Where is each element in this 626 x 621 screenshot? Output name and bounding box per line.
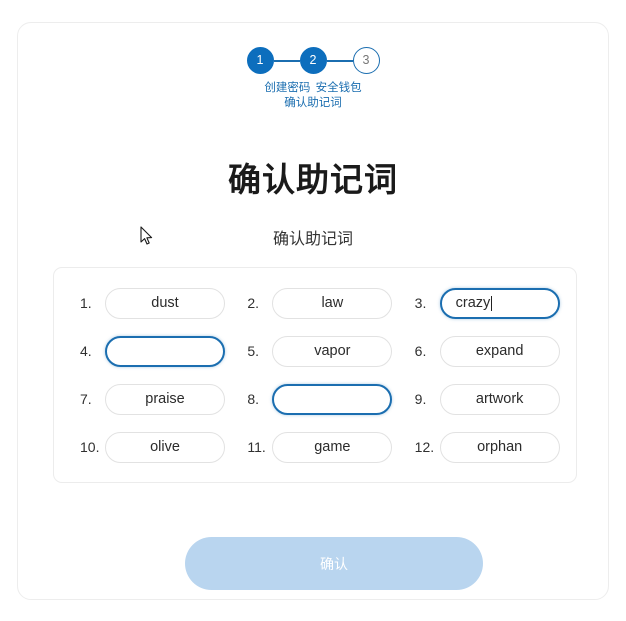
mnemonic-word-value: game	[314, 439, 351, 455]
mnemonic-word-input[interactable]: orphan	[439, 431, 560, 463]
stepper: 1 2 3 创建密码 安全钱包 确认助记词	[18, 47, 608, 111]
step-label-3: 确认助记词	[284, 97, 342, 109]
mnemonic-cell: 3. crazy	[399, 282, 566, 324]
text-caret	[491, 295, 493, 311]
mnemonic-cell: 5. vapor	[231, 330, 398, 372]
mnemonic-cell: 10. olive	[64, 426, 231, 468]
step-number-1: 1	[256, 53, 264, 68]
mnemonic-word-input[interactable]: dust	[105, 287, 225, 319]
mnemonic-grid: 1. dust 2. law 3. crazy 4. 5. vapor 6. expand 7. pra…	[64, 282, 566, 468]
mnemonic-word-input[interactable]: olive	[105, 431, 225, 463]
mnemonic-index: 4.	[80, 343, 92, 359]
mnemonic-index: 5.	[247, 343, 260, 359]
mnemonic-word-input[interactable]: vapor	[272, 335, 393, 367]
mnemonic-index: 6.	[414, 343, 427, 359]
stepper-labels-inner: 创建密码 安全钱包 确认助记词	[237, 81, 389, 111]
stepper-labels: 创建密码 安全钱包 确认助记词	[18, 81, 608, 111]
page-title: 确认助记词	[228, 161, 398, 198]
mnemonic-word-value: law	[321, 295, 344, 311]
mnemonic-word-input[interactable]	[272, 383, 393, 415]
mnemonic-word-input[interactable]: game	[272, 431, 393, 463]
mnemonic-cell: 1. dust	[64, 282, 231, 324]
mnemonic-word-input[interactable]: artwork	[439, 383, 560, 415]
mnemonic-cell: 4.	[64, 330, 231, 372]
mnemonic-cell: 8.	[231, 378, 398, 420]
step-circle-3[interactable]: 3	[352, 47, 380, 74]
step-circle-2[interactable]: 2	[299, 47, 327, 74]
mnemonic-index: 10.	[80, 439, 100, 455]
mnemonic-word-value: dust	[151, 295, 179, 311]
step-circle-1[interactable]: 1	[246, 47, 274, 74]
mnemonic-word-value: expand	[475, 343, 524, 359]
mnemonic-word-value: praise	[145, 391, 185, 407]
mnemonic-cell: 6. expand	[399, 330, 566, 372]
mnemonic-index: 3.	[414, 295, 427, 311]
mnemonic-word-value: vapor	[314, 343, 351, 359]
mnemonic-cell: 7. praise	[64, 378, 231, 420]
mnemonic-word-value: artwork	[475, 391, 524, 407]
mnemonic-index: 7.	[80, 391, 92, 407]
step-connector-2	[326, 59, 353, 62]
step-label-2: 安全钱包	[315, 82, 362, 94]
mnemonic-index: 2.	[247, 295, 260, 311]
mnemonic-index: 11.	[247, 439, 266, 455]
stepper-rail: 1 2 3	[18, 47, 608, 74]
page-subtitle: 确认助记词	[272, 231, 353, 248]
mnemonic-word-value: crazy	[455, 295, 491, 311]
mnemonic-cell: 2. law	[231, 282, 398, 324]
mnemonic-cell: 9. artwork	[399, 378, 566, 420]
step-label-1: 创建密码	[264, 82, 311, 94]
onboarding-card: 1 2 3 创建密码 安全钱包 确认助记词 确认助记词 确认助记词 1. dust…	[17, 22, 609, 600]
mnemonic-grid-card: 1. dust 2. law 3. crazy 4. 5. vapor 6. expand 7. pra…	[53, 267, 577, 483]
step-number-3: 3	[362, 53, 370, 68]
mnemonic-index: 12.	[414, 439, 435, 455]
mnemonic-word-input[interactable]: law	[272, 287, 393, 319]
mnemonic-word-input[interactable]: praise	[105, 383, 225, 415]
mnemonic-index: 8.	[247, 391, 260, 407]
mnemonic-word-input[interactable]: expand	[439, 335, 560, 367]
mnemonic-word-input[interactable]	[105, 335, 225, 367]
step-connector-1	[273, 59, 300, 62]
mnemonic-cell: 11. game	[231, 426, 398, 468]
confirm-button[interactable]: 确认	[185, 537, 483, 590]
mnemonic-index: 9.	[414, 391, 427, 407]
mnemonic-word-value: olive	[150, 439, 180, 455]
mnemonic-cell: 12. orphan	[399, 426, 566, 468]
mnemonic-word-value: orphan	[477, 439, 523, 455]
step-number-2: 2	[309, 53, 317, 68]
mnemonic-index: 1.	[80, 295, 92, 311]
mnemonic-word-input[interactable]: crazy	[439, 287, 560, 319]
